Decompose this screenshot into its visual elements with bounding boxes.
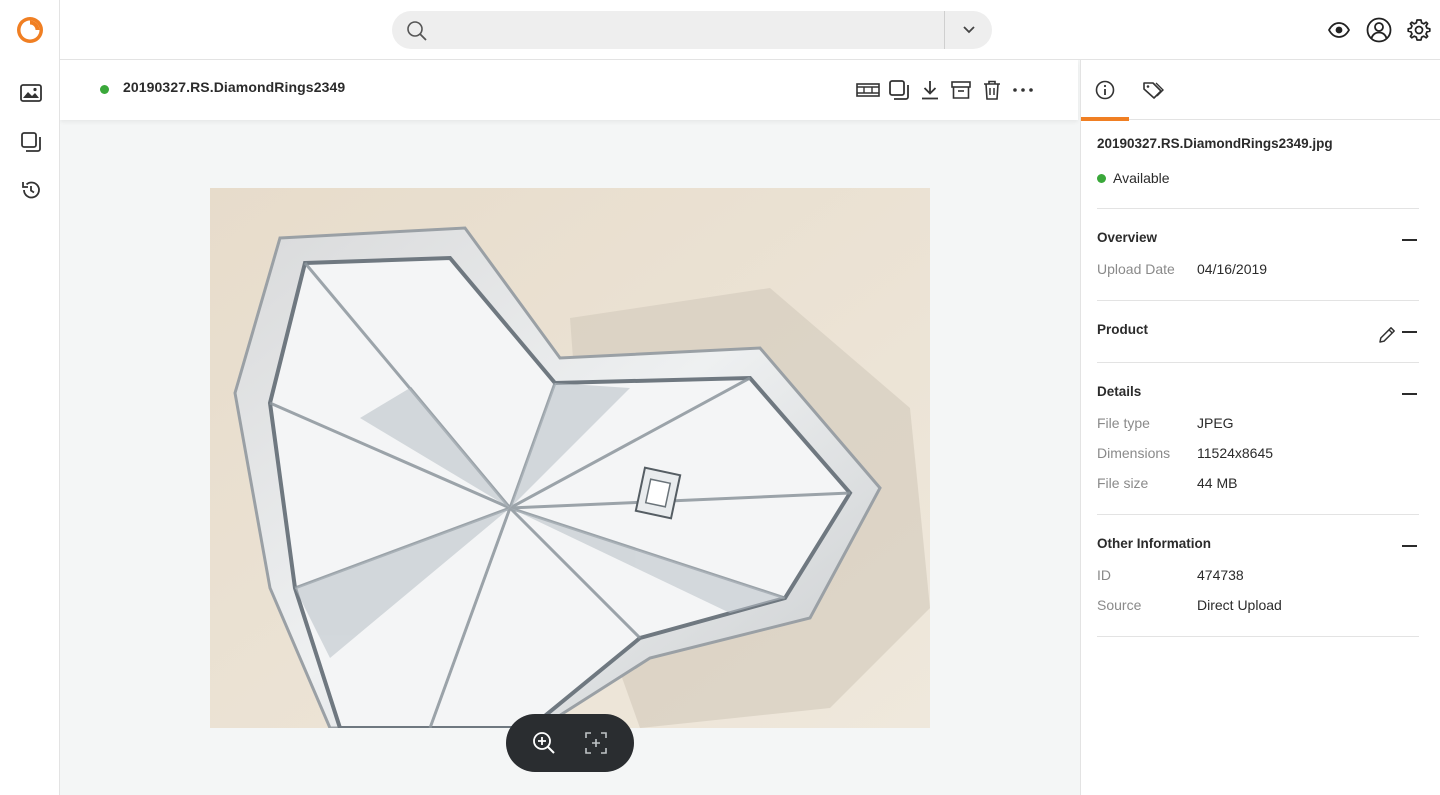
collapse-details-button[interactable] bbox=[1401, 386, 1417, 402]
history-icon[interactable] bbox=[18, 177, 44, 203]
search-icon bbox=[406, 20, 428, 47]
zoom-in-icon[interactable] bbox=[529, 728, 559, 758]
availability-status: Available bbox=[1097, 170, 1170, 186]
file-type-label: File type bbox=[1097, 415, 1150, 431]
download-icon[interactable] bbox=[918, 78, 942, 102]
collapse-overview-button[interactable] bbox=[1401, 232, 1417, 248]
info-panel: 20190327.RS.DiamondRings2349.jpg Availab… bbox=[1080, 60, 1440, 795]
viewer-header: 20190327.RS.DiamondRings2349 bbox=[60, 60, 1078, 120]
tab-info[interactable] bbox=[1081, 60, 1129, 121]
dimensions-value: 11524x8645 bbox=[1197, 445, 1274, 461]
eye-icon[interactable] bbox=[1326, 16, 1352, 44]
tag-icon bbox=[1143, 82, 1164, 99]
panel-tabs bbox=[1081, 60, 1440, 121]
status-dot bbox=[100, 85, 109, 94]
trash-icon[interactable] bbox=[980, 78, 1004, 102]
source-value: Direct Upload bbox=[1197, 597, 1282, 613]
collapse-other-button[interactable] bbox=[1401, 538, 1417, 554]
zoom-toolbar bbox=[506, 714, 634, 772]
search-options-button[interactable] bbox=[945, 11, 992, 49]
left-rail bbox=[0, 0, 60, 795]
user-icon[interactable] bbox=[1366, 16, 1392, 44]
tab-tags[interactable] bbox=[1129, 60, 1177, 120]
gear-icon[interactable] bbox=[1406, 16, 1432, 44]
file-type-value: JPEG bbox=[1197, 415, 1234, 431]
minus-icon bbox=[1401, 331, 1417, 333]
status-text: Available bbox=[1113, 170, 1170, 186]
minus-icon bbox=[1401, 239, 1417, 241]
search-bar bbox=[392, 11, 992, 49]
file-size-value: 44 MB bbox=[1197, 475, 1238, 491]
divider bbox=[1097, 514, 1419, 515]
section-other-title: Other Information bbox=[1097, 536, 1211, 551]
filmstrip-icon[interactable] bbox=[856, 78, 880, 102]
dimensions-label: Dimensions bbox=[1097, 445, 1171, 461]
divider bbox=[1097, 300, 1419, 301]
divider bbox=[1097, 636, 1419, 637]
asset-title: 20190327.RS.DiamondRings2349 bbox=[123, 79, 346, 95]
file-size-label: File size bbox=[1097, 475, 1149, 491]
assets-icon[interactable] bbox=[18, 80, 44, 106]
divider bbox=[1097, 208, 1419, 209]
pencil-icon[interactable] bbox=[1377, 325, 1397, 345]
upload-date-value: 04/16/2019 bbox=[1197, 261, 1268, 277]
brand-logo-icon[interactable] bbox=[16, 16, 44, 44]
divider bbox=[1097, 362, 1419, 363]
asset-viewer: 20190327.RS.DiamondRings2349 bbox=[60, 60, 1080, 795]
id-label: ID bbox=[1097, 567, 1111, 583]
minus-icon bbox=[1401, 393, 1417, 395]
source-label: Source bbox=[1097, 597, 1142, 613]
info-icon bbox=[1095, 80, 1115, 100]
fit-screen-icon[interactable] bbox=[581, 728, 611, 758]
asset-image bbox=[210, 188, 930, 728]
top-bar bbox=[60, 0, 1440, 60]
more-icon[interactable] bbox=[1011, 78, 1035, 102]
copy-icon[interactable] bbox=[887, 78, 911, 102]
section-product-title: Product bbox=[1097, 322, 1149, 337]
collections-icon[interactable] bbox=[18, 129, 44, 155]
status-dot bbox=[1097, 173, 1106, 183]
id-value: 474738 bbox=[1197, 567, 1244, 583]
section-details-title: Details bbox=[1097, 384, 1142, 399]
minus-icon bbox=[1401, 545, 1417, 547]
upload-date-label: Upload Date bbox=[1097, 261, 1175, 277]
chevron-down-icon bbox=[962, 26, 975, 34]
file-name: 20190327.RS.DiamondRings2349.jpg bbox=[1097, 136, 1333, 151]
collapse-product-button[interactable] bbox=[1401, 324, 1417, 340]
search-input[interactable] bbox=[438, 11, 928, 49]
section-overview-title: Overview bbox=[1097, 230, 1158, 245]
archive-icon[interactable] bbox=[949, 78, 973, 102]
